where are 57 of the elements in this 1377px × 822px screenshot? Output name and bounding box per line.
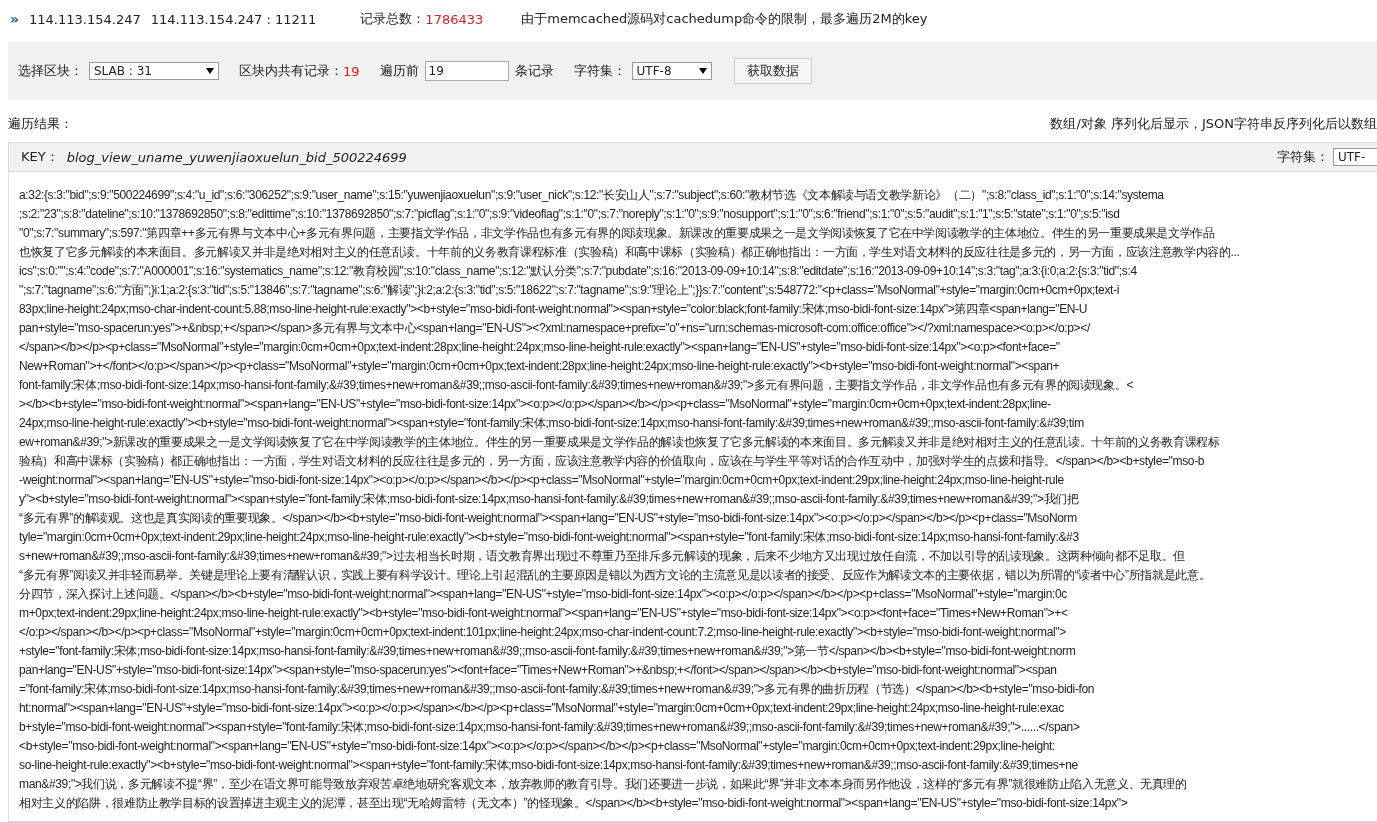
display-hint: 数组/对象 序列化后显示，JSON字符串反序列化后以数组 [1050, 115, 1377, 133]
value-line: ew+roman&#39;">新课改的重要成果之一是文学阅读恢复了它在中学阅读教学的主体地位。伴生的另一重要成果是文学作品的解读也恢复了它多元解读的本来面目。多元解读又并非是绝对相对主义的任意乱读。十年前的义务教育课程标 [19, 434, 1220, 451]
fetch-button[interactable]: 获取数据 [733, 58, 812, 84]
value-line: 相对主义的陷阱，很难防止教学目标的设置掉进主观主义的泥潭，甚至出现“无哈姆雷特（无文本）”的怪现象。</span></b><b+style="mso-bidi-font-weight:normal"><span+lang="EN-US"+style="mso-bidi-font-size:14px"> [19, 795, 1128, 812]
value-line: 分四节，深入探讨上述问题。</span></b><b+style="mso-bidi-font-weight:normal"><span+lang="EN-US"+style="mso-bidi-font-size:14px"><o:p></o:p></span></b></p><p+class="MsoNormal"+style="margin:0c [19, 586, 1067, 603]
record-count: 19 [343, 63, 360, 79]
limit-note: 由于memcached源码对cachedump命令的限制，最多遍历2M的key [521, 10, 928, 28]
limit-label: 遍历前 [379, 62, 419, 80]
value-line: 验稿）和高中课标（实验稿）都正确地指出：一方面，学生对语文材料的反应往往是多元的，另一方面，应该注意教学内容的价值取向，应该在与学生平等对话的合作互动中，加强对学生的点拨和指导。</span></b><b+style="mso-b [19, 453, 1205, 470]
value-line: 也恢复了它多元解读的本来面目。多元解读又并非是绝对相对主义的任意乱读。十年前的义务教育课程标准（实验稿）和高中课标（实验稿）都正确地指出：一方面，学生对语文材料的反应往往是多元的，另一方面，应该注意教学内容的... [19, 244, 1240, 261]
value-line: 24px;mso-line-height-rule:exactly"><b+style="mso-bidi-font-weight:normal"><span+style="font-family:宋体;mso-bidi-font-size:14px;mso-hansi-font-family:&#39;times+new+roman&#39;;mso-ascii-font-family:&#39;tim [19, 415, 1084, 432]
charset-select[interactable]: UTF-8 [631, 62, 712, 80]
limit-input[interactable]: 19 [424, 61, 509, 81]
limit-unit: 条记录 [514, 62, 554, 80]
slab-label: 选择区块： [18, 62, 83, 80]
total-count: 1786433 [425, 11, 484, 27]
value-line: font-family:宋体;mso-bidi-font-size:14px;mso-hansi-font-family:&#39;times+new+roman&#39;;mso-ascii-font-family:&#39;times+new+roman&#39;">多元有界问题，主要指文学作品，非文学作品也有多元有界的阅读现象。< [19, 377, 1134, 394]
entry-charset-select[interactable]: UTF- [1333, 148, 1377, 166]
value-line: +style="font-family:宋体;mso-bidi-font-size:14px;mso-hansi-font-family:&#39;times+new+roman&#39;;mso-ascii-font-family:&#39;times+new+roman&#39;">第一节</span></b><b+style="mso-bidi-font-weight:norm [19, 643, 1076, 660]
value-line: ics";s:0:"";s:4:"code";s:7:"A000001";s:16:"systematics_name";s:12:"教育校园";s:10:"class_name";s:12:"默认分类";s:7:"pubdate";s:16:"2013-09-09+10:14";s:8:"editdate";s:16:"2013-09-09+10:14";s:3:"tag";a:3:{i:0;a:2:{s:3:"tid";s:4 [19, 263, 1137, 280]
value-line: b+style="mso-bidi-font-weight:normal"><span+style="font-family:宋体;mso-bidi-font-size:14px;mso-hansi-font-family:&#39;times+new+roman&#39;;mso-ascii-font-family:&#39;times+new+roman&#39;">......</span> [19, 719, 1080, 736]
charset-label: 字符集： [573, 62, 626, 80]
value-line: man&#39;">我们说，多元解读不提“界”，至少在语文界可能导致放弃艰苦卓绝地研究客观文本，放弃教师的教育引导。我们还要进一步说，如果此“界”并非文本本身而另作他设，这样的“多元有界”就很难防止陷入无意义、无真理的 [19, 776, 1187, 793]
server-ip: 114.113.154.247 [29, 11, 141, 27]
value-line: New+Roman">+</font></o:p></span></p><p+class="MsoNormal"+style="margin:0cm+0cm+0px;text-indent:28px;line-height:24px;mso-line-height-rule:exactly"><b+style="mso-bidi-font-weight:normal"><span+ [19, 358, 1060, 375]
value-line: ht:normal"><span+lang="EN-US"+style="mso-bidi-font-size:14px"><o:p></o:p></span></b></p><p+class="MsoNormal"+style="margin:0cm+0cm+0px;text-indent:29px;line-height:24px;mso-line-height-rule:exac [19, 700, 1064, 717]
record-count-label: 区块内共有记录： [239, 62, 343, 80]
value-line: ></b><b+style="mso-bidi-font-weight:normal"><span+lang="EN-US"+style="mso-bidi-font-size:14px"><o:p></o:p></span></b></p><p+class="MsoNormal"+style="margin:0cm+0cm+0px;text-indent:28px;line- [19, 396, 1051, 413]
value-line: <b+style="mso-bidi-font-weight:normal"><span+lang="EN-US"+style="mso-bidi-font-size:14px"><o:p></o:p></span></b></p><p+class="MsoNormal"+style="margin:0cm+0cm+0px;text-indent:29px;line-height: [19, 738, 1056, 755]
value-line: </span></b></p><p+class="MsoNormal"+style="margin:0cm+0cm+0px;text-indent:28px;line-height:24px;mso-line-height-rule:exactly"><span+lang="EN-US"+style="mso-bidi-font-size:14px"><o:p><font+face=" [19, 339, 1060, 356]
value-line: m+0px;text-indent:29px;line-height:24px;mso-line-height-rule:exactly"><b+style="mso-bidi-font-weight:normal"><span+lang="EN-US"+style="mso-bidi-font-size:14px"><o:p><font+face="Times+New+Roman">+< [19, 605, 1068, 622]
value-line: y"><b+style="mso-bidi-font-weight:normal"><span+style="font-family:宋体;mso-bidi-font-size:14px;mso-hansi-font-family:&#39;times+new+roman&#39;;mso-ascii-font-family:&#39;times+new+roman&#39;">我们把 [19, 491, 1079, 508]
total-label: 记录总数： [360, 10, 426, 28]
caret-icon [206, 68, 214, 74]
value-line: so-line-height-rule:exactly"><b+style="mso-bidi-font-weight:normal"><span+style="font-family:宋体;mso-bidi-font-size:14px;mso-hansi-font-family:&#39;times+new+roman&#39;;mso-ascii-font-family:&#39;times+ne [19, 757, 1078, 774]
double-chevron-icon: » [10, 11, 20, 27]
value-line: -weight:normal"><span+lang="EN-US"+style="mso-bidi-font-size:14px"><o:p></o:p></span></b></p><p+class="MsoNormal"+style="margin:0cm+0cm+0px;text-indent:29px;line-height:24px;mso-line-height-rule [19, 472, 1064, 489]
key-label: KEY： [21, 148, 59, 166]
value-line: “多元有界”阅读又并非轻而易举。关键是理论上要有清醒认识，实践上要有科学设计。理论上引起混乱的主要原因是错以为西方文论的主流意见是以读者的接受、反应作为解读文本的主要依据，错以为所谓的“读者中心”所指就是此意。 [19, 567, 1211, 584]
slab-select[interactable]: SLAB : 31 [89, 62, 219, 80]
value-line: ;s:2:"23";s:8:"dateline";s:10:"1378692850";s:8:"edittime";s:10:"1378692850";s:7:"picflag";s:1:"0";s:9:"videoflag";s:1:"0";s:7:"noreply";s:1:"0";s:9:"nosupport";s:1:"0";s:6:"friend";s:1:"0";s:5:"audit";s:1:"1";s:5:"state";s:1:"0";s:5:"isd [19, 206, 1120, 223]
value-line: pan+lang="EN-US"+style="mso-bidi-font-size:14px"><span+style="mso-spacerun:yes"><font+face="Times+New+Roman">+&nbsp;+</font></span></span></b><b+style="mso-bidi-font-weight:normal"><span [19, 662, 1057, 679]
value-line: “多元有界”的解读观。这也是真实阅读的重要现象。</span></b><b+style="mso-bidi-font-weight:normal"><span+lang="EN-US"+style="mso-bidi-font-size:14px"><o:p></o:p></span></b></p><p+class="MsoNorm [19, 510, 1077, 527]
value-line: "0";s:7:"summary";s:597:"第四章++多元有界与文本中心+多元有界问题，主要指文学作品，非文学作品也有多元有界的阅读现象。新课改的重要成果之一是文学阅读恢复了它在中学阅读教学的主体地位。伴生的另一重要成果是文学作品 [19, 225, 1215, 242]
entry-charset-label: 字符集： [1277, 148, 1329, 166]
value-line: </o:p></span></b></p><p+class="MsoNormal"+style="margin:0cm+0cm+0px;text-indent:101px;line-height:24px;mso-char-indent-count:7.2;mso-line-height-rule:exactly"><b+style="mso-bidi-font-weight:normal"> [19, 624, 1066, 641]
value-line: tyle="margin:0cm+0cm+0px;text-indent:29px;line-height:24px;mso-line-height-rule:exactly"><b+style="mso-bidi-font-weight:normal"><span+style="font-family:宋体;mso-bidi-font-size:14px;mso-hansi-font-family:&#3 [19, 529, 1079, 546]
value-line: a:32:{s:3:"bid";s:9:"500224699";s:4:"u_id";s:6:"306252";s:9:"user_name";s:15:"yuwenjiaoxuelun";s:9:"user_nick";s:12:"长安山人";s:7:"subject";s:60:"教材节选《文本解读与语文教学新论》（二）";s:8:"class_id";s:1:"0";s:14:"systema [19, 187, 1164, 204]
value-line: s+new+roman&#39;;mso-ascii-font-family:&#39;times+new+roman&#39;">过去相当长时期，语文教育界出现过不尊重乃至排斥多元解读的现象，后来不少地方又出现过放任自流，不加以引导的乱读现象。这两种倾向都不足取。但 [19, 548, 1185, 565]
value-line: pan+style="mso-spacerun:yes">+&nbsp;+</span></span>多元有界与文本中心<span+lang="EN-US"><?xml:namespace+prefix="o"+ns="urn:schemas-microsoft-com:office:office"></?xml:namespace><o:p></o:p></ [19, 320, 1090, 337]
key-name: blog_view_uname_yuwenjiaoxuelun_bid_500224699 [66, 149, 407, 165]
server-address: 114.113.154.247 : 11211 [150, 11, 317, 27]
result-label: 遍历结果： [8, 115, 73, 133]
caret-icon [698, 68, 707, 74]
value-line: ";s:7:"tagname";s:6:"方面";}i:1;a:2:{s:3:"tid";s:5:"13846";s:7:"tagname";s:6:"解读";}i:2;a:2:{s:3:"tid";s:5:"18622";s:7:"tagname";s:9:"理论上";}}s:7:"content";s:548772:"<p+class="MsoNormal"+style="margin:0cm+0cm+0px;text-i [19, 282, 1119, 299]
value-line: 83px;line-height:24px;mso-char-indent-count:5.88;mso-line-height-rule:exactly"><b+style="mso-bidi-font-weight:normal"><span+style="color:black;font-family:宋体;mso-bidi-font-size:14px">第四章<span+lang="EN-U [19, 301, 1088, 318]
value-line: ="font-family:宋体;mso-bidi-font-size:14px;mso-hansi-font-family:&#39;times+new+roman&#39;;mso-ascii-font-family:&#39;times+new+roman&#39;">多元有界的曲折历程（节选）</span></b><b+style="mso-bidi-fon [19, 681, 1095, 698]
